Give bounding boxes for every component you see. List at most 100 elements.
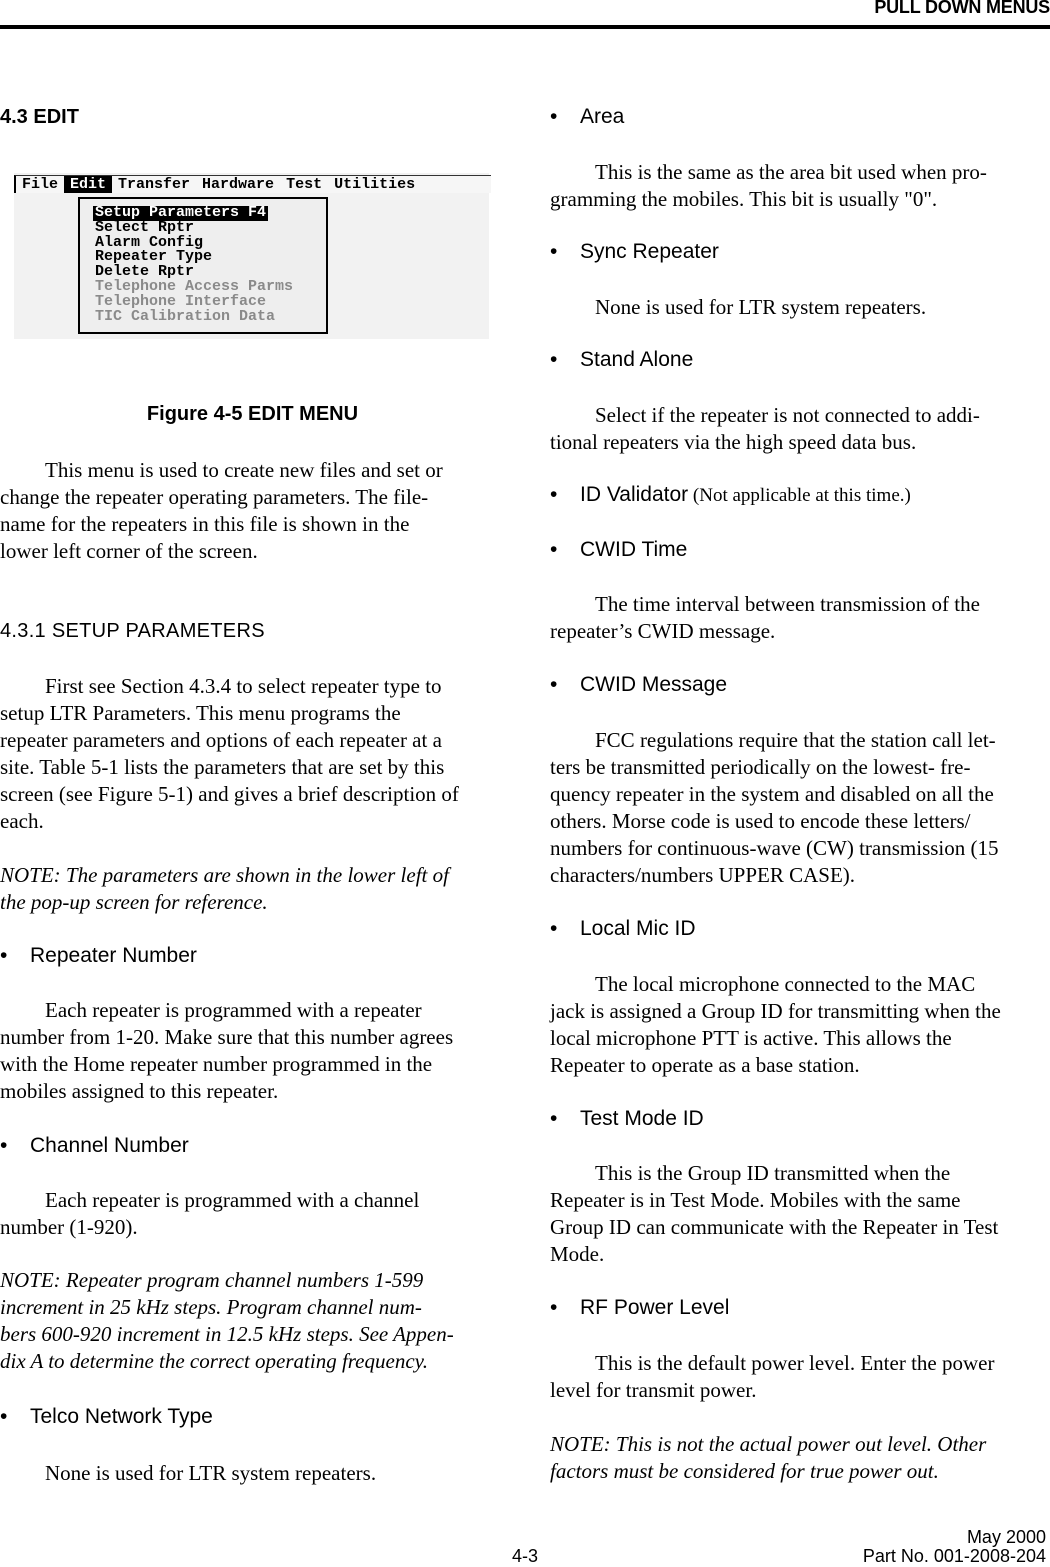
bullet-heading-id-validator: • ID Validator (Not applicable at this ti…: [550, 483, 1050, 507]
cwid-message-paragraph: FCC regulations require that the station…: [550, 727, 1050, 889]
bullet-icon: •: [0, 944, 8, 967]
bullet-title: Test Mode ID: [580, 1107, 704, 1130]
text-line: repeater’s CWID message.: [550, 619, 776, 643]
footer-date: May 2000: [966, 1527, 1046, 1547]
bullet-heading-cwid-message: • CWID Message: [550, 673, 1050, 697]
text-line: This menu is used to create new files an…: [45, 458, 443, 482]
bullet-icon: •: [550, 483, 558, 506]
text-line: repeater parameters and options of each …: [0, 728, 442, 752]
repeater-number-paragraph: Each repeater is programmed with a repea…: [0, 997, 505, 1105]
text-line: gramming the mobiles. This bit is usuall…: [550, 187, 938, 211]
text-line: First see Section 4.3.4 to select repeat…: [45, 674, 442, 698]
channel-number-paragraph: Each repeater is programmed with a chann…: [0, 1187, 505, 1241]
stand-alone-paragraph: Select if the repeater is not connected …: [550, 402, 1050, 456]
channel-number-note: NOTE: Repeater program channel numbers 1…: [0, 1267, 505, 1375]
menu-file[interactable]: File: [16, 176, 64, 193]
edit-menu-figure: File Edit Transfer Hardware Test Utiliti…: [14, 173, 491, 339]
menu-bar: File Edit Transfer Hardware Test Utiliti…: [14, 175, 491, 193]
bullet-title: CWID Message: [580, 673, 728, 696]
menu-hardware[interactable]: Hardware: [196, 176, 280, 193]
menu-transfer[interactable]: Transfer: [112, 176, 196, 193]
text-line: others. Morse code is used to encode the…: [550, 809, 971, 833]
text-line: change the repeater operating parameters…: [0, 485, 429, 509]
text-line: This is the default power level. Enter t…: [595, 1351, 995, 1375]
bullet-title: ID Validator: [580, 483, 689, 506]
text-line: The time interval between transmission o…: [595, 592, 980, 616]
menu-edit[interactable]: Edit: [64, 176, 113, 193]
text-line: NOTE: The parameters are shown in the lo…: [0, 863, 449, 887]
bullet-title: CWID Time: [580, 538, 688, 561]
section-heading: 4.3 EDIT: [0, 106, 79, 128]
text-line: characters/numbers UPPER CASE).: [550, 863, 856, 887]
cwid-time-paragraph: The time interval between transmission o…: [550, 591, 1050, 645]
bullet-title: Channel Number: [30, 1134, 189, 1157]
bullet-icon: •: [550, 673, 558, 696]
text-line: The local microphone connected to the MA…: [595, 972, 976, 996]
text-line: This is the same as the area bit used wh…: [595, 160, 987, 184]
bullet-heading-test-mode-id: • Test Mode ID: [550, 1107, 1050, 1131]
menu-test[interactable]: Test: [280, 176, 328, 193]
bullet-title: Stand Alone: [580, 348, 694, 371]
text-line: mobiles assigned to this repeater.: [0, 1079, 279, 1103]
text-line: number (1-920).: [0, 1215, 138, 1239]
text-line: Each repeater is programmed with a chann…: [45, 1188, 420, 1212]
text-line: numbers for continuous-wave (CW) transmi…: [550, 836, 999, 860]
bullet-icon: •: [550, 1296, 558, 1319]
bullet-heading-sync-repeater: • Sync Repeater: [550, 240, 1050, 264]
bullet-icon: •: [550, 348, 558, 371]
bullet-icon: •: [550, 917, 558, 940]
text-line: None is used for LTR system repeaters.: [45, 1461, 377, 1485]
text-line: tional repeaters via the high speed data…: [550, 430, 917, 454]
sync-repeater-paragraph: None is used for LTR system repeaters.: [550, 294, 1050, 321]
text-line: local microphone PTT is active. This all…: [550, 1026, 952, 1050]
text-line: Repeater to operate as a base station.: [550, 1053, 860, 1077]
bullet-title: Local Mic ID: [580, 917, 696, 940]
text-line: dix A to determine the correct operating…: [0, 1349, 429, 1373]
running-header-title: PULL DOWN MENUS: [874, 0, 1050, 17]
bullet-icon: •: [0, 1134, 8, 1157]
text-line: Repeater is in Test Mode. Mobiles with t…: [550, 1188, 961, 1212]
test-mode-id-paragraph: This is the Group ID transmitted when th…: [550, 1160, 1050, 1268]
bullet-title: Telco Network Type: [30, 1405, 213, 1428]
text-line: site. Table 5-1 lists the parameters tha…: [0, 755, 445, 779]
bullet-title: Sync Repeater: [580, 240, 719, 263]
bullet-title: RF Power Level: [580, 1296, 730, 1319]
text-line: NOTE: Repeater program channel numbers 1…: [0, 1268, 424, 1292]
text-line: This is the Group ID transmitted when th…: [595, 1161, 951, 1185]
rf-power-level-note: NOTE: This is not the actual power out l…: [550, 1431, 1050, 1485]
text-line: jack is assigned a Group ID for transmit…: [550, 999, 1001, 1023]
rf-power-level-paragraph: This is the default power level. Enter t…: [550, 1350, 1050, 1404]
text-line: NOTE: This is not the actual power out l…: [550, 1432, 987, 1456]
bullet-heading-channel-number: • Channel Number: [0, 1134, 505, 1158]
bullet-icon: •: [0, 1405, 8, 1428]
bullet-icon: •: [550, 105, 558, 128]
text-line: with the Home repeater number programmed…: [0, 1052, 433, 1076]
menu-item-tic-calibration-data: TIC Calibration Data: [95, 307, 276, 325]
area-paragraph: This is the same as the area bit used wh…: [550, 159, 1050, 213]
bullet-icon: •: [550, 240, 558, 263]
bullet-heading-repeater-number: • Repeater Number: [0, 944, 505, 968]
bullet-heading-stand-alone: • Stand Alone: [550, 348, 1050, 372]
bullet-icon: •: [550, 538, 558, 561]
text-line: bers 600-920 increment in 12.5 kHz steps…: [0, 1322, 454, 1346]
intro-paragraph: This menu is used to create new files an…: [0, 457, 505, 565]
menu-utilities[interactable]: Utilities: [328, 176, 421, 193]
local-mic-id-paragraph: The local microphone connected to the MA…: [550, 971, 1050, 1079]
text-line: level for transmit power.: [550, 1378, 757, 1402]
text-line: Each repeater is programmed with a repea…: [45, 998, 422, 1022]
text-line: quency repeater in the system and disabl…: [550, 782, 994, 806]
text-line: setup LTR Parameters. This menu programs…: [0, 701, 401, 725]
bullet-icon: •: [550, 1107, 558, 1130]
edit-dropdown: Setup Parameters F4 Select Rptr Alarm Co…: [78, 197, 328, 334]
bullet-heading-local-mic-id: • Local Mic ID: [550, 917, 1050, 941]
subsection-heading: 4.3.1 SETUP PARAMETERS: [0, 620, 265, 642]
text-line: each.: [0, 809, 44, 833]
bullet-title: Area: [580, 105, 625, 128]
text-line: name for the repeaters in this file is s…: [0, 512, 410, 536]
bullet-heading-telco-network-type: • Telco Network Type: [0, 1405, 505, 1429]
header-rule: [0, 25, 1050, 29]
text-line: Mode.: [550, 1242, 605, 1266]
bullet-title: Repeater Number: [30, 944, 197, 967]
text-line: number from 1-20. Make sure that this nu…: [0, 1025, 454, 1049]
text-line: lower left corner of the screen.: [0, 539, 258, 563]
